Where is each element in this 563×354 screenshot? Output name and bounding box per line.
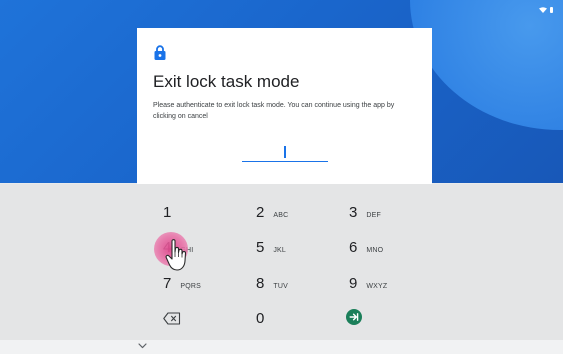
key-2[interactable]: 2 ABC	[256, 204, 288, 221]
key-digit: 2	[256, 204, 265, 221]
dialog-message: Please authenticate to exit lock task mo…	[153, 102, 395, 120]
key-letters: MNO	[366, 247, 384, 254]
key-digit: 5	[256, 239, 265, 256]
key-7[interactable]: 7 PQRS	[163, 275, 201, 292]
key-letters: JKL	[273, 247, 287, 254]
text-cursor	[284, 146, 286, 158]
enter-arrow-icon	[349, 313, 359, 321]
key-8[interactable]: 8 TUV	[256, 275, 288, 292]
wifi-icon	[539, 7, 547, 13]
navigation-bar	[0, 340, 563, 354]
key-digit: 8	[256, 275, 265, 292]
wallpaper-wave	[410, 0, 563, 130]
lock-icon	[154, 45, 166, 60]
key-letters: ABC	[273, 212, 289, 219]
pointer-hand-icon	[165, 239, 187, 271]
key-digit: 3	[349, 204, 358, 221]
key-9[interactable]: 9 WXYZ	[349, 275, 387, 292]
status-bar-icons	[539, 7, 553, 13]
numeric-keypad: 1 2 ABC 3 DEF 4 GHI 5 JKL 6 MNO 7 PQRS 8…	[0, 184, 563, 340]
battery-icon	[550, 7, 553, 13]
chevron-down-icon[interactable]	[138, 343, 147, 349]
key-0[interactable]: 0	[256, 310, 264, 327]
auth-dialog: Exit lock task mode Please authenticate …	[137, 28, 432, 184]
key-digit: 1	[163, 204, 172, 221]
dialog-title: Exit lock task mode	[153, 72, 300, 91]
enter-button[interactable]	[346, 309, 362, 325]
key-digit: 6	[349, 239, 358, 256]
key-digit: 9	[349, 275, 358, 292]
key-digit: 7	[163, 275, 172, 292]
key-digit: 0	[256, 310, 265, 327]
key-6[interactable]: 6 MNO	[349, 239, 383, 256]
key-1[interactable]: 1	[163, 204, 171, 221]
key-letters: DEF	[366, 212, 381, 219]
key-3[interactable]: 3 DEF	[349, 204, 381, 221]
key-letters: TUV	[273, 283, 288, 290]
key-letters: PQRS	[180, 283, 201, 290]
pin-input[interactable]	[242, 142, 328, 162]
backspace-icon[interactable]	[163, 312, 181, 325]
key-letters: WXYZ	[366, 283, 388, 290]
key-5[interactable]: 5 JKL	[256, 239, 286, 256]
